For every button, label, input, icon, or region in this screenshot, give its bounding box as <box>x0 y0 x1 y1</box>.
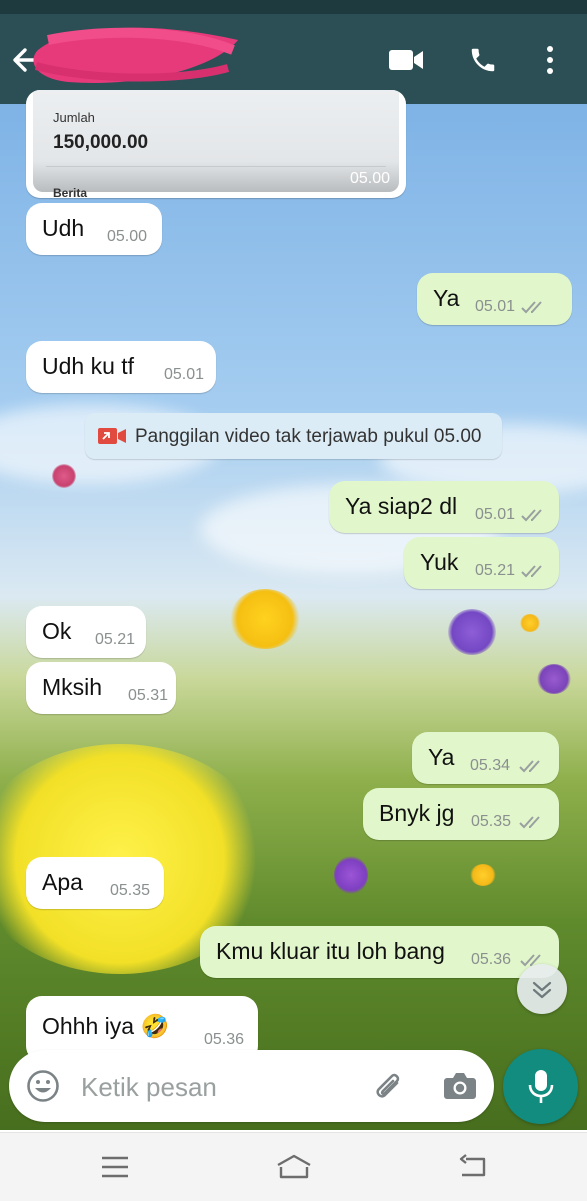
message-time: 05.31 <box>128 687 169 704</box>
message-time: 05.36 <box>204 1031 245 1048</box>
back-icon[interactable] <box>456 1153 488 1181</box>
receipt-label: Berita <box>53 186 88 198</box>
message-bubble-outgoing[interactable]: Kmu kluar itu loh bang 05.36 <box>200 926 559 978</box>
microphone-icon <box>528 1070 554 1103</box>
read-ticks-icon <box>519 816 540 829</box>
message-time: 05.01 <box>475 506 516 523</box>
message-text: Mksih <box>42 674 103 700</box>
camera-icon[interactable] <box>443 1070 477 1100</box>
purple-flower <box>448 609 496 655</box>
home-icon[interactable] <box>275 1153 313 1181</box>
message-text: Ya siap2 dl <box>345 493 458 519</box>
message-bubble-incoming[interactable]: Apa 05.35 <box>26 857 164 909</box>
message-bubble-incoming[interactable]: Ok 05.21 <box>26 606 146 658</box>
message-text: Ok <box>42 618 72 644</box>
read-ticks-icon <box>521 301 542 314</box>
message-text: Kmu kluar itu loh bang <box>216 938 445 964</box>
read-ticks-icon <box>521 509 542 522</box>
missed-video-call-icon <box>98 428 126 444</box>
receipt-amount: 150,000.00 <box>53 132 149 153</box>
message-time: 05.36 <box>471 951 512 968</box>
yellow-flower <box>520 614 540 632</box>
voice-message-button[interactable] <box>503 1049 578 1124</box>
message-text: Ohhh iya 🤣 <box>42 1013 170 1039</box>
message-time: 05.34 <box>470 757 511 774</box>
video-call-icon[interactable] <box>388 47 424 73</box>
message-composer <box>9 1050 494 1122</box>
yellow-flower <box>470 864 496 886</box>
more-options-icon[interactable] <box>543 44 557 76</box>
message-text: Udh <box>42 215 85 241</box>
message-bubble-incoming[interactable]: Udh 05.00 <box>26 203 162 255</box>
message-text: Yuk <box>420 549 459 575</box>
notice-text: Panggilan video tak terjawab pukul 05.00 <box>135 426 482 447</box>
status-bar <box>0 0 587 14</box>
message-bubble-incoming[interactable]: Mksih 05.31 <box>26 662 176 714</box>
double-chevron-down-icon <box>532 981 552 999</box>
message-time: 05.35 <box>110 882 151 899</box>
message-input[interactable] <box>79 1068 353 1106</box>
message-text: Ya <box>428 744 455 770</box>
message-text: Apa <box>42 869 83 895</box>
message-time: 05.01 <box>475 298 516 315</box>
emoji-icon[interactable] <box>26 1069 60 1103</box>
receipt-divider <box>46 166 386 167</box>
purple-flower <box>334 856 368 894</box>
read-ticks-icon <box>521 565 542 578</box>
phone-icon[interactable] <box>468 44 498 76</box>
message-text: Ya <box>433 285 460 311</box>
receipt-label: Jumlah <box>53 110 95 125</box>
read-ticks-icon <box>519 760 540 773</box>
redacted-contact-name[interactable] <box>28 20 242 90</box>
message-bubble-incoming[interactable]: Udh ku tf 05.01 <box>26 341 216 393</box>
message-bubble-outgoing[interactable]: Bnyk jg 05.35 <box>363 788 559 840</box>
yellow-flower <box>230 589 300 649</box>
message-bubble-outgoing[interactable]: Ya 05.01 <box>417 273 572 325</box>
transfer-receipt-image[interactable]: Jumlah 150,000.00 Berita 05.00 <box>26 90 406 198</box>
message-bubble-outgoing[interactable]: Ya siap2 dl 05.01 <box>329 481 559 533</box>
message-time: 05.00 <box>349 170 390 187</box>
message-bubble-outgoing[interactable]: Yuk 05.21 <box>404 537 559 589</box>
scroll-to-bottom-button[interactable] <box>517 964 567 1014</box>
paperclip-icon[interactable] <box>371 1068 405 1104</box>
pink-flower <box>52 464 76 488</box>
missed-video-call-notice[interactable]: Panggilan video tak terjawab pukul 05.00 <box>85 413 502 459</box>
system-navigation-bar <box>0 1132 587 1201</box>
message-time: 05.35 <box>471 813 512 830</box>
message-time: 05.21 <box>475 562 516 579</box>
message-time: 05.01 <box>164 366 205 383</box>
message-time: 05.21 <box>95 631 136 648</box>
purple-flower <box>537 664 571 694</box>
message-text: Udh ku tf <box>42 353 135 379</box>
message-time: 05.00 <box>107 228 148 245</box>
message-bubble-outgoing[interactable]: Ya 05.34 <box>412 732 559 784</box>
message-text: Bnyk jg <box>379 800 455 826</box>
menu-icon[interactable] <box>100 1155 130 1179</box>
